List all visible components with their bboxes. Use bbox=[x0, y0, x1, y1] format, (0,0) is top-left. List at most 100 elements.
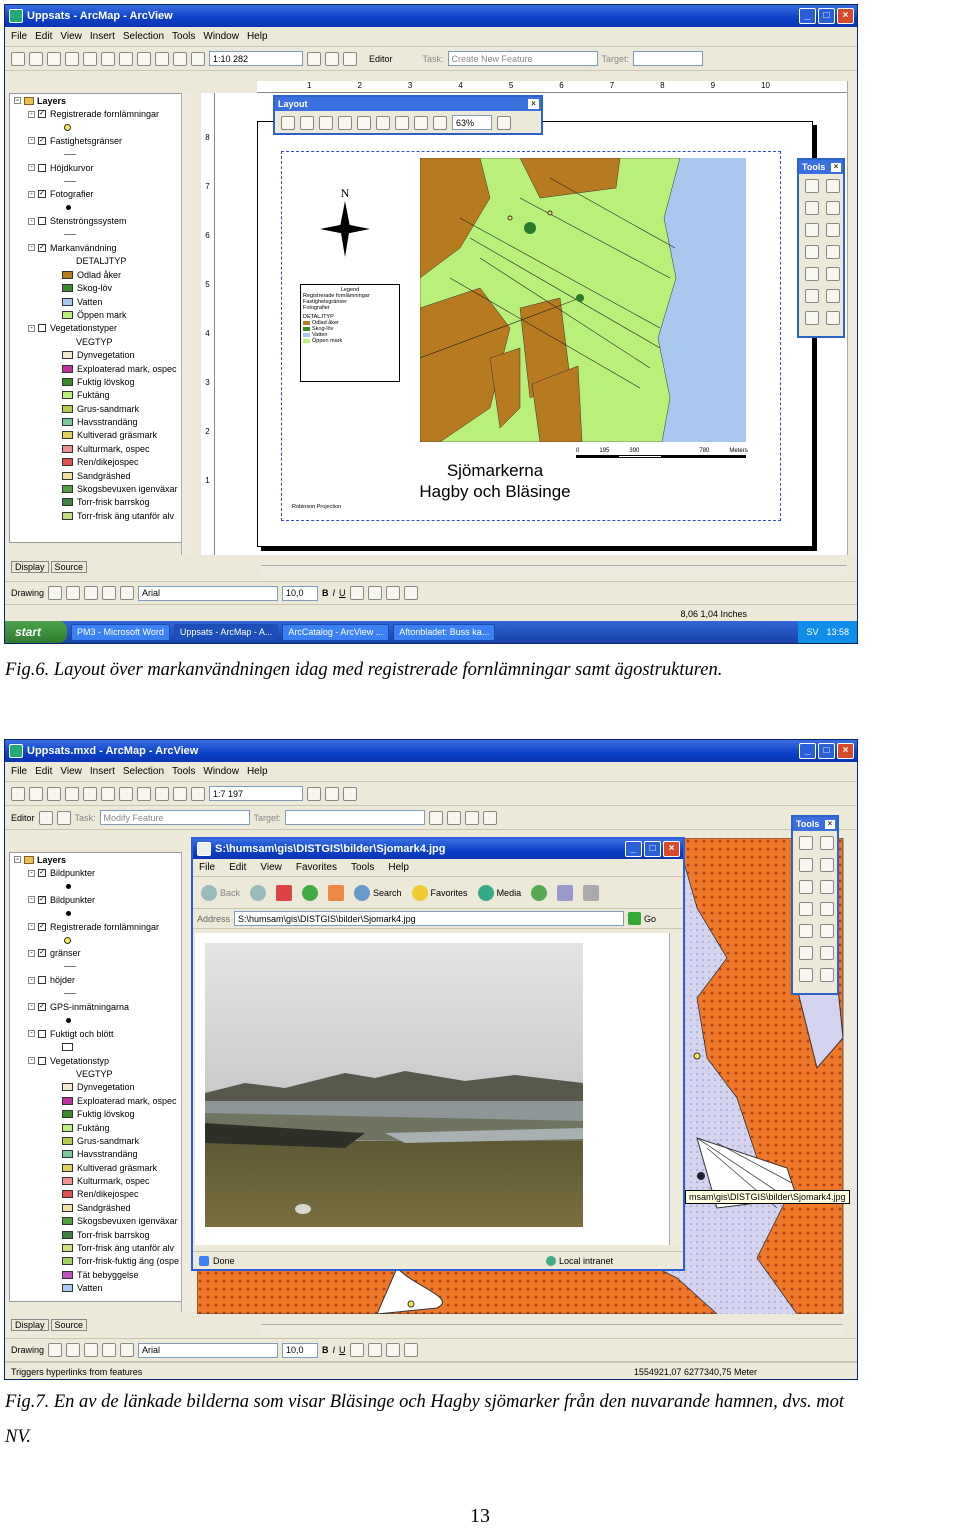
select-features-icon[interactable] bbox=[805, 267, 819, 281]
menu-help[interactable]: Help bbox=[247, 766, 268, 777]
close-button[interactable]: × bbox=[663, 841, 680, 857]
edit-vertices-icon[interactable] bbox=[120, 1343, 135, 1357]
toc-layer-row[interactable]: - ✓ Fastighetsgränser bbox=[10, 134, 192, 147]
refresh-button[interactable] bbox=[302, 884, 319, 901]
measure-icon[interactable] bbox=[799, 968, 813, 982]
new-icon[interactable] bbox=[11, 786, 25, 801]
edit-vertices-icon[interactable] bbox=[120, 586, 135, 600]
select-features-icon[interactable] bbox=[799, 924, 813, 938]
minimize-button[interactable]: _ bbox=[625, 841, 642, 857]
italic-button[interactable]: I bbox=[333, 1345, 336, 1355]
add-data-icon[interactable] bbox=[191, 51, 205, 66]
toc-layer-row[interactable]: - ✓ Fotografier bbox=[10, 188, 192, 201]
menu-favorites[interactable]: Favorites bbox=[296, 862, 337, 873]
collapse-icon[interactable]: - bbox=[28, 1030, 35, 1038]
undo-icon[interactable] bbox=[155, 786, 169, 801]
add-data-icon[interactable] bbox=[191, 786, 205, 801]
start-button[interactable]: start bbox=[5, 621, 67, 643]
editor-menu[interactable]: Editor bbox=[369, 54, 393, 64]
zoom-combo[interactable]: 63% bbox=[452, 115, 492, 130]
map-scrollbar-h[interactable] bbox=[261, 1324, 843, 1336]
layer-visibility-checkbox[interactable] bbox=[38, 217, 46, 226]
fill-color-icon[interactable] bbox=[367, 586, 382, 600]
open-icon[interactable] bbox=[29, 786, 43, 801]
rotate-icon[interactable] bbox=[66, 1343, 81, 1357]
collapse-icon[interactable]: - bbox=[28, 1003, 35, 1011]
collapse-icon[interactable]: - bbox=[28, 217, 35, 225]
forward-arrow-icon[interactable] bbox=[826, 245, 840, 259]
pointer-icon[interactable] bbox=[820, 924, 834, 938]
toc-scrollbar[interactable] bbox=[181, 93, 193, 555]
layer-visibility-checkbox[interactable] bbox=[38, 1029, 46, 1038]
toc-root[interactable]: - Layers bbox=[10, 853, 192, 866]
collapse-icon[interactable]: - bbox=[28, 949, 35, 957]
find-binoculars-icon[interactable] bbox=[826, 289, 840, 303]
favorites-button[interactable]: Favorites bbox=[411, 884, 468, 901]
pan-hand-icon[interactable] bbox=[799, 880, 813, 894]
menu-edit[interactable]: Edit bbox=[229, 862, 246, 873]
sketch-properties-icon[interactable] bbox=[483, 810, 498, 825]
browser-scrollbar[interactable] bbox=[669, 933, 681, 1245]
toc-layer-row[interactable]: - ✓ Bildpunkter bbox=[10, 866, 192, 879]
menu-edit[interactable]: Edit bbox=[35, 766, 52, 777]
forward-arrow-icon[interactable] bbox=[820, 902, 834, 916]
zoom-in-icon[interactable] bbox=[805, 179, 819, 193]
bold-button[interactable]: B bbox=[322, 588, 329, 598]
forward-extent-icon[interactable] bbox=[433, 115, 447, 130]
back-arrow-icon[interactable] bbox=[805, 245, 819, 259]
editor-menu[interactable]: Editor bbox=[11, 813, 35, 823]
menu-file[interactable]: File bbox=[11, 31, 27, 42]
attributes-icon[interactable] bbox=[465, 810, 480, 825]
collapse-icon[interactable]: - bbox=[28, 324, 35, 332]
whats-this-icon[interactable] bbox=[343, 51, 357, 66]
tab-source[interactable]: Source bbox=[50, 561, 88, 573]
hyperlink-lightning-icon[interactable] bbox=[820, 968, 834, 982]
back-arrow-icon[interactable] bbox=[799, 902, 813, 916]
copy-icon[interactable] bbox=[101, 786, 115, 801]
map-scrollbar-v[interactable] bbox=[843, 838, 855, 1314]
underline-button[interactable]: U bbox=[339, 588, 346, 598]
zoom-out-icon[interactable] bbox=[300, 115, 314, 130]
task-arccatalog[interactable]: ArcCatalog - ArcView ... bbox=[282, 623, 390, 641]
font-size-combo[interactable]: 10,0 bbox=[282, 585, 319, 601]
toc-layer-row[interactable]: - ✓ Registrerade fornlämningar bbox=[10, 920, 192, 933]
rectangle-icon[interactable] bbox=[84, 586, 99, 600]
marker-color-icon[interactable] bbox=[403, 586, 418, 600]
target-combo[interactable] bbox=[633, 51, 704, 66]
delete-icon[interactable] bbox=[137, 51, 151, 66]
task-combo[interactable]: Create New Feature bbox=[447, 51, 598, 66]
toc-layer-row[interactable]: - höjder bbox=[10, 974, 192, 987]
maximize-button[interactable]: □ bbox=[818, 743, 835, 759]
media-button[interactable]: Media bbox=[477, 884, 521, 901]
identify-icon[interactable] bbox=[799, 946, 813, 960]
italic-button[interactable]: I bbox=[333, 588, 336, 598]
forward-button[interactable] bbox=[250, 884, 267, 901]
task-arcmap[interactable]: Uppsats - ArcMap - A... bbox=[173, 623, 279, 641]
menu-help[interactable]: Help bbox=[247, 31, 268, 42]
print-icon[interactable] bbox=[65, 51, 79, 66]
collapse-icon[interactable]: - bbox=[28, 190, 35, 198]
sketch-tool-icon[interactable] bbox=[56, 810, 71, 825]
toc-layer-row[interactable]: - Vegetationstyp bbox=[10, 1054, 192, 1067]
menu-selection[interactable]: Selection bbox=[123, 766, 164, 777]
line-color-icon[interactable] bbox=[385, 586, 400, 600]
layer-visibility-checkbox[interactable]: ✓ bbox=[38, 136, 46, 145]
select-elements-icon[interactable] bbox=[48, 586, 63, 600]
minimize-button[interactable]: _ bbox=[799, 8, 816, 24]
history-button[interactable] bbox=[531, 884, 548, 901]
find-binoculars-icon[interactable] bbox=[820, 946, 834, 960]
print-icon[interactable] bbox=[65, 786, 79, 801]
collapse-icon[interactable]: - bbox=[28, 869, 35, 877]
line-color-icon[interactable] bbox=[385, 1343, 400, 1357]
maximize-button[interactable]: □ bbox=[644, 841, 661, 857]
layer-visibility-checkbox[interactable] bbox=[38, 1056, 46, 1065]
collapse-icon[interactable]: - bbox=[28, 244, 35, 252]
save-icon[interactable] bbox=[47, 51, 61, 66]
cut-icon[interactable] bbox=[83, 786, 97, 801]
marker-color-icon[interactable] bbox=[403, 1343, 418, 1357]
identify-icon[interactable] bbox=[805, 289, 819, 303]
layer-visibility-checkbox[interactable]: ✓ bbox=[38, 895, 46, 904]
arctoolbox-icon[interactable] bbox=[325, 786, 339, 801]
toc-layer-row[interactable]: - ✓ Markanvändning bbox=[10, 241, 192, 254]
collapse-icon[interactable]: - bbox=[14, 97, 21, 105]
